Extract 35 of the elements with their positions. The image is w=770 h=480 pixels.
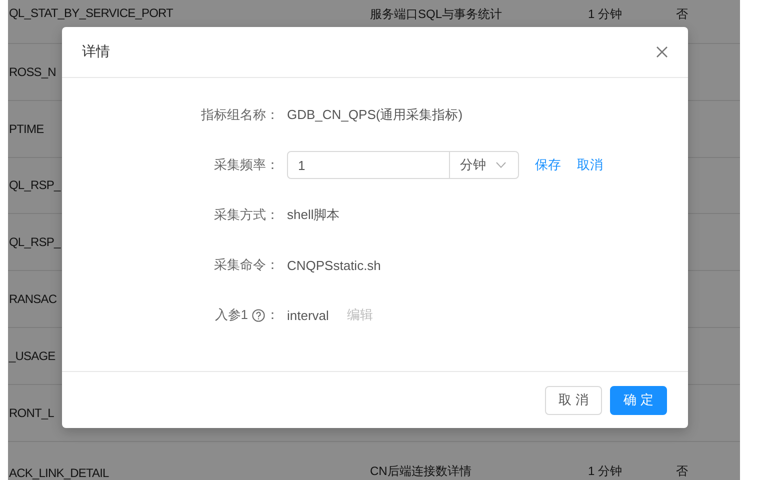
field-value: shell脚本 [287,206,340,224]
action-link[interactable]: 取消 [577,156,603,174]
action-link[interactable]: 保存 [535,156,561,174]
field-value: GDB_CN_QPS(通用采集指标) [287,106,463,124]
table-cell: 1 分钟 [588,7,622,21]
help-icon[interactable] [252,308,265,322]
table-cell: PTIME [9,122,44,136]
field-label: 指标组名称： [201,106,279,124]
table-cell: RANSAC [9,292,57,306]
table-cell: 否 [676,7,688,21]
table-cell: ACK_LINK_DETAIL [9,466,109,480]
confirm-button[interactable]: 确 定 [610,386,667,414]
table-cell: 1 分钟 [588,464,622,478]
table-cell: _USAGE [9,348,56,363]
field-value: interval [287,308,329,322]
field-label: 采集方式： [214,206,279,224]
modal-title: 详情 [82,43,110,61]
frequency-input[interactable]: 1 分钟 [287,151,519,179]
field-label: 采集频率： [214,156,279,174]
unit-select[interactable]: 分钟 [449,152,518,178]
label-colon: ： [266,306,279,324]
field-value: CNQPSstatic.sh [287,258,381,272]
table-cell: 否 [676,464,688,478]
table-cell: CN后端连接数详情 [370,464,472,478]
table-cell: ROSS_N [9,64,56,79]
close-icon[interactable] [656,46,668,58]
field-label: 入参1 [214,306,248,324]
table-cell: RONT_L [9,406,54,420]
field-label: 采集命令： [214,256,279,274]
table-cell: 服务端口SQL与事务统计 [370,7,502,21]
table-cell: QL_RSP_ [9,178,60,192]
cancel-button[interactable]: 取 消 [545,386,602,414]
chevron-down-icon [496,162,506,168]
table-cell: QL_RSP_ [9,235,60,250]
table-cell: QL_STAT_BY_SERVICE_PORT [9,6,173,20]
